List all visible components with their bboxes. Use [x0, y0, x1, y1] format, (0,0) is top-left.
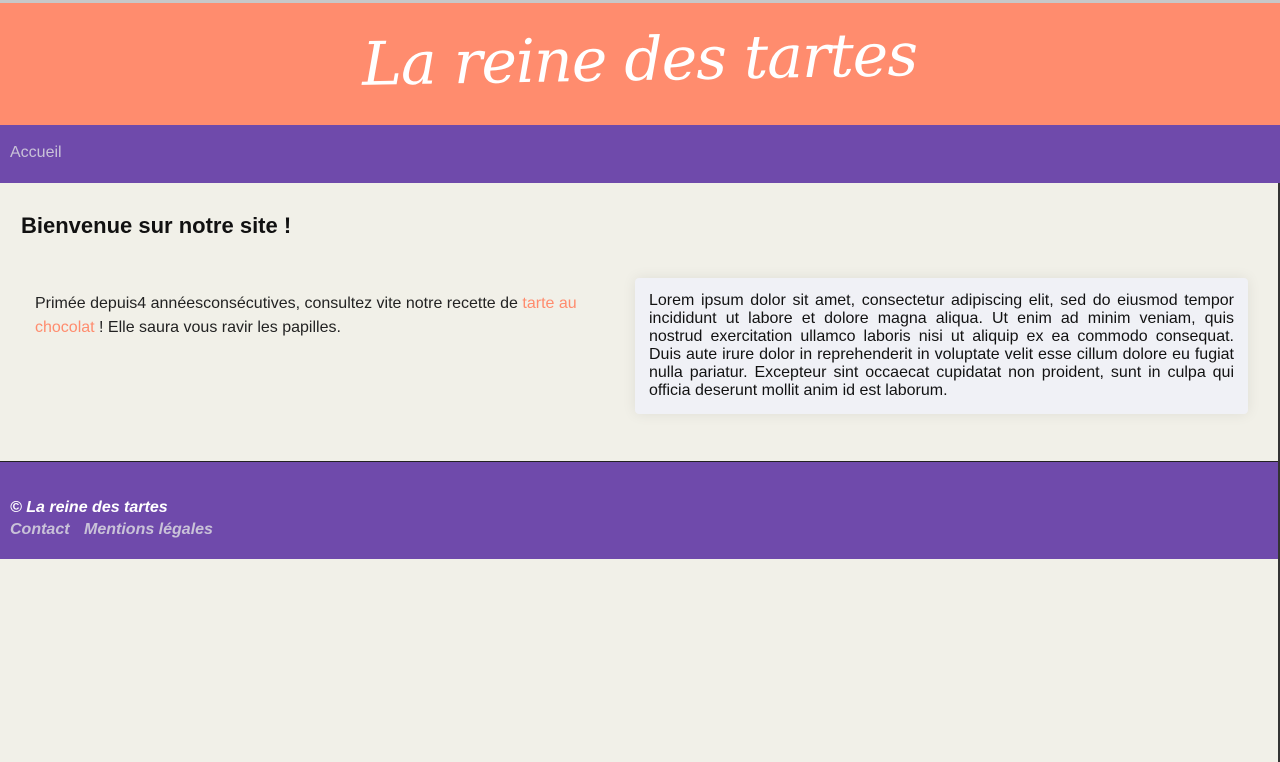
copyright-text: © La reine des tartes [10, 499, 168, 516]
main-navigation: Accueil [0, 125, 1280, 183]
site-footer: © La reine des tartes Contact Mentions l… [0, 461, 1280, 559]
footer-links: Contact Mentions légales [10, 521, 223, 539]
intro-paragraph: Primée depuis4 annéesconsécutives, consu… [35, 292, 595, 340]
legal-notice-link[interactable]: Mentions légales [84, 521, 213, 538]
lorem-card: Lorem ipsum dolor sit amet, consectetur … [635, 278, 1248, 414]
lorem-text: Lorem ipsum dolor sit amet, consectetur … [649, 292, 1234, 399]
page-title: Bienvenue sur notre site ! [21, 213, 292, 238]
site-logo-title: La reine des tartes [361, 20, 919, 100]
site-header: La reine des tartes [0, 3, 1280, 125]
intro-text-before: Primée depuis4 annéesconsécutives, consu… [35, 295, 523, 312]
contact-link[interactable]: Contact [10, 521, 70, 538]
intro-text-after: ! Elle saura vous ravir les papilles. [94, 319, 341, 336]
nav-home-link[interactable]: Accueil [10, 144, 62, 162]
